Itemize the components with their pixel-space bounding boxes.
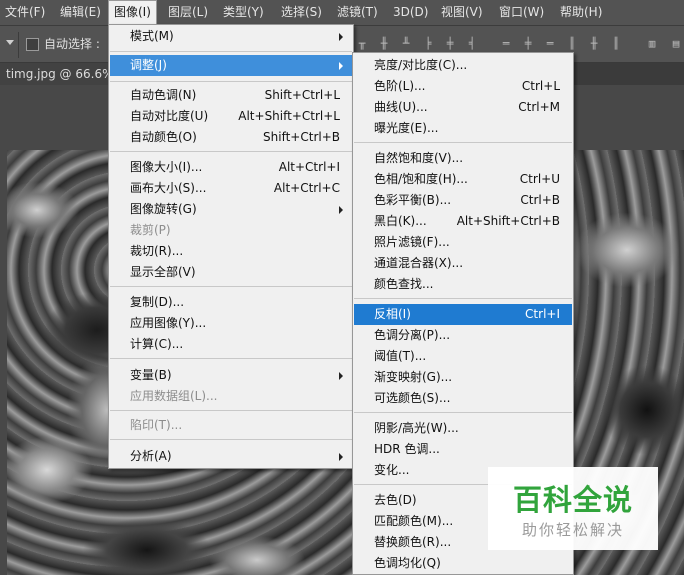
menu-separator bbox=[110, 358, 352, 359]
menu-view[interactable]: 视图(V) bbox=[436, 0, 488, 25]
menu-help[interactable]: 帮助(H) bbox=[555, 0, 607, 25]
menu-item-crop: 裁剪(P) bbox=[130, 223, 171, 237]
menu-item-apply-image[interactable]: 应用图像(Y)... bbox=[110, 313, 352, 334]
auto-select-label: 自动选择 : bbox=[44, 37, 100, 51]
menu-item-hue-saturation[interactable]: 色相/饱和度(H)... Ctrl+U bbox=[354, 169, 572, 190]
submenu-arrow-icon bbox=[339, 372, 343, 380]
menu-item-reveal-all[interactable]: 显示全部(V) bbox=[110, 262, 352, 283]
menu-item-auto-contrast[interactable]: 自动对比度(U) Alt+Shift+Ctrl+L bbox=[110, 106, 352, 127]
menu-item-brightness-contrast[interactable]: 亮度/对比度(C)... bbox=[354, 55, 572, 76]
menu-select[interactable]: 选择(S) bbox=[276, 0, 327, 25]
menu-item-auto-color[interactable]: 自动颜色(O) Shift+Ctrl+B bbox=[110, 127, 352, 148]
menu-item-curves[interactable]: 曲线(U)... Ctrl+M bbox=[354, 97, 572, 118]
3d-mode-icon[interactable]: ▤ bbox=[669, 36, 683, 52]
menu-edit[interactable]: 编辑(E) bbox=[55, 0, 106, 25]
menu-separator bbox=[110, 410, 352, 411]
menu-window[interactable]: 窗口(W) bbox=[494, 0, 549, 25]
menu-item-shadows-highlights[interactable]: 阴影/高光(W)... bbox=[354, 418, 572, 439]
menu-item-equalize[interactable]: 色调均化(Q) bbox=[354, 553, 572, 574]
menu-file[interactable]: 文件(F) bbox=[0, 0, 50, 25]
menu-item-color-balance[interactable]: 色彩平衡(B)... Ctrl+B bbox=[354, 190, 572, 211]
distribute-vcenter-icon[interactable]: ╪ bbox=[521, 36, 535, 52]
menu-item-color-lookup[interactable]: 颜色查找... bbox=[354, 274, 572, 295]
menu-item-duplicate[interactable]: 复制(D)... bbox=[110, 292, 352, 313]
menu-separator bbox=[110, 439, 352, 440]
auto-align-icon[interactable]: ▥ bbox=[645, 36, 659, 52]
align-left-icon[interactable]: ╞ bbox=[421, 36, 435, 52]
menu-item-exposure[interactable]: 曝光度(E)... bbox=[354, 118, 572, 139]
tool-preset-dropdown-icon[interactable] bbox=[6, 40, 14, 45]
menu-item-auto-tone[interactable]: 自动色调(N) Shift+Ctrl+L bbox=[110, 85, 352, 106]
menu-item-levels[interactable]: 色阶(L)... Ctrl+L bbox=[354, 76, 572, 97]
watermark-logo: 百科全说 助你轻松解决 bbox=[488, 467, 658, 550]
menu-item-variables[interactable]: 变量(B) bbox=[110, 365, 352, 386]
image-menu: 模式(M) 调整(J) 自动色调(N) Shift+Ctrl+L 自动对比度(U)… bbox=[108, 24, 354, 469]
menu-item-adjustments[interactable]: 调整(J) bbox=[110, 55, 352, 76]
menu-image[interactable]: 图像(I) bbox=[108, 0, 157, 25]
menu-separator bbox=[110, 81, 352, 82]
distribute-left-icon[interactable]: ║ bbox=[565, 36, 579, 52]
align-hcenter-icon[interactable]: ╪ bbox=[443, 36, 457, 52]
menu-item-calculations[interactable]: 计算(C)... bbox=[110, 334, 352, 355]
distribute-right-icon[interactable]: ║ bbox=[609, 36, 623, 52]
distribute-bottom-icon[interactable]: ═ bbox=[543, 36, 557, 52]
menu-item-posterize[interactable]: 色调分离(P)... bbox=[354, 325, 572, 346]
distribute-hcenter-icon[interactable]: ╫ bbox=[587, 36, 601, 52]
watermark-subtitle: 助你轻松解决 bbox=[521, 521, 624, 539]
align-vcenter-icon[interactable]: ╫ bbox=[377, 36, 391, 52]
menu-3d[interactable]: 3D(D) bbox=[388, 0, 433, 25]
menu-separator bbox=[354, 142, 572, 143]
menu-item-invert[interactable]: 反相(I) Ctrl+I bbox=[354, 304, 572, 325]
submenu-arrow-icon bbox=[339, 33, 343, 41]
menu-item-hdr-toning[interactable]: HDR 色调... bbox=[354, 439, 572, 460]
menu-item-mode[interactable]: 模式(M) bbox=[110, 26, 352, 47]
align-bottom-icon[interactable]: ╨ bbox=[399, 36, 413, 52]
menu-item-image-rotation[interactable]: 图像旋转(G) bbox=[110, 199, 352, 220]
menu-layer[interactable]: 图层(L) bbox=[163, 0, 213, 25]
menu-item-trap: 陷印(T)... bbox=[130, 418, 183, 432]
submenu-arrow-icon bbox=[339, 453, 343, 461]
menu-separator bbox=[110, 151, 352, 152]
distribute-top-icon[interactable]: ═ bbox=[499, 36, 513, 52]
menu-separator bbox=[110, 51, 352, 52]
submenu-arrow-icon bbox=[339, 62, 343, 70]
menu-item-selective-color[interactable]: 可选颜色(S)... bbox=[354, 388, 572, 409]
menu-item-photo-filter[interactable]: 照片滤镜(F)... bbox=[354, 232, 572, 253]
menu-bar: 文件(F) 编辑(E) 图像(I) 图层(L) 类型(Y) 选择(S) 滤镜(T… bbox=[0, 0, 684, 25]
menu-item-threshold[interactable]: 阈值(T)... bbox=[354, 346, 572, 367]
menu-item-black-white[interactable]: 黑白(K)... Alt+Shift+Ctrl+B bbox=[354, 211, 572, 232]
menu-item-apply-data-set: 应用数据组(L)... bbox=[130, 389, 218, 403]
menu-item-trim[interactable]: 裁切(R)... bbox=[110, 241, 352, 262]
menu-item-vibrance[interactable]: 自然饱和度(V)... bbox=[354, 148, 572, 169]
menu-type[interactable]: 类型(Y) bbox=[218, 0, 269, 25]
align-right-icon[interactable]: ╡ bbox=[465, 36, 479, 52]
menu-item-image-size[interactable]: 图像大小(I)... Alt+Ctrl+I bbox=[110, 157, 352, 178]
menu-item-analysis[interactable]: 分析(A) bbox=[110, 446, 352, 467]
menu-item-canvas-size[interactable]: 画布大小(S)... Alt+Ctrl+C bbox=[110, 178, 352, 199]
menu-separator bbox=[354, 298, 572, 299]
align-top-icon[interactable]: ╥ bbox=[355, 36, 369, 52]
menu-separator bbox=[110, 286, 352, 287]
auto-select-checkbox[interactable] bbox=[26, 38, 39, 51]
submenu-arrow-icon bbox=[339, 206, 343, 214]
options-divider bbox=[18, 32, 19, 58]
menu-separator bbox=[354, 412, 572, 413]
watermark-title: 百科全说 bbox=[512, 483, 633, 517]
menu-filter[interactable]: 滤镜(T) bbox=[332, 0, 383, 25]
menu-item-gradient-map[interactable]: 渐变映射(G)... bbox=[354, 367, 572, 388]
document-tab[interactable]: timg.jpg @ 66.6% bbox=[0, 63, 120, 85]
menu-item-channel-mixer[interactable]: 通道混合器(X)... bbox=[354, 253, 572, 274]
